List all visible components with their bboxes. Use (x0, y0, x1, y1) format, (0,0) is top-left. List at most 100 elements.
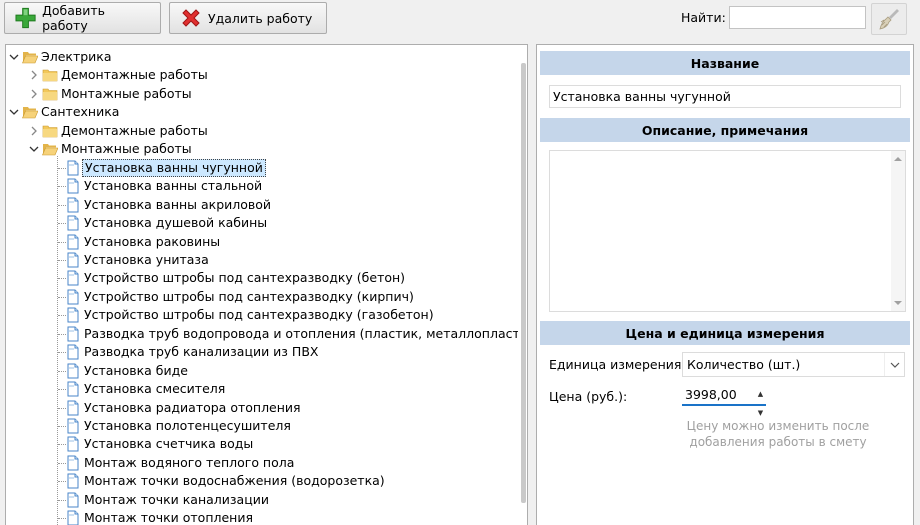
red-x-icon (182, 9, 200, 27)
broom-icon (879, 9, 899, 30)
tree-leaf[interactable]: Установка раковины (6, 233, 516, 251)
tree-group[interactable]: Электрика (6, 48, 516, 66)
tree-item-label: Установка радиатора отопления (84, 399, 301, 415)
tree-item-label: Демонтажные работы (61, 122, 208, 138)
document-icon (65, 215, 81, 231)
chevron-right-icon[interactable] (29, 66, 39, 84)
tree-connector-tick (58, 462, 66, 464)
tree-connector-tick (58, 204, 66, 206)
add-work-label: Добавить работу (42, 3, 106, 33)
scroll-down-icon[interactable] (891, 297, 905, 309)
tree-connector-tick (58, 278, 66, 280)
unit-select[interactable]: Количество (шт.) (682, 352, 905, 377)
document-icon (65, 455, 81, 471)
add-work-button[interactable]: Добавить работу (4, 2, 161, 34)
tree-leaf[interactable]: Устройство штробы под сантехразводку (ки… (6, 288, 516, 306)
tree-item-label: Установка унитаза (84, 251, 209, 267)
tree-item-label: Установка ванны чугунной (82, 158, 266, 177)
tree-connector-tick (58, 167, 66, 169)
document-icon (65, 344, 81, 360)
price-section-header: Цена и единица измерения (540, 321, 910, 345)
chevron-down-icon[interactable] (29, 140, 39, 158)
tree-item-label: Демонтажные работы (61, 67, 208, 83)
price-spinner[interactable]: ▲ ▼ (755, 385, 766, 417)
tree-leaf[interactable]: Установка счетчика воды (6, 435, 516, 453)
works-tree[interactable]: Электрика Демонтажные работы Монтажные раб… (5, 44, 528, 525)
tree-leaf[interactable]: Установка смесителя (6, 380, 516, 398)
document-icon (65, 400, 81, 416)
folder-icon (42, 67, 58, 83)
unit-value: Количество (шт.) (687, 357, 801, 372)
document-icon (65, 252, 81, 268)
tree-scrollbar[interactable] (518, 45, 527, 525)
tree-leaf[interactable]: Разводка труб канализации из ПВХ (6, 343, 516, 361)
delete-work-button[interactable]: Удалить работу (169, 2, 327, 34)
tree-item-label: Монтаж водяного теплого пола (84, 454, 295, 470)
tree-item-label: Устройство штробы под сантехразводку (бе… (84, 270, 406, 286)
tree-connector-tick (58, 296, 66, 298)
search-input[interactable] (729, 6, 866, 29)
tree-leaf[interactable]: Разводка труб водопровода и отопления (п… (6, 325, 527, 343)
chevron-down-icon[interactable] (9, 103, 19, 121)
document-icon (65, 436, 81, 452)
tree-subgroup[interactable]: Демонтажные работы (6, 122, 516, 140)
tree-leaf[interactable]: Установка душевой кабины (6, 214, 516, 232)
tree-subgroup[interactable]: Демонтажные работы (6, 66, 516, 84)
tree-leaf[interactable]: Монтаж точки отопления (6, 509, 516, 525)
tree-item-label: Установка счетчика воды (84, 436, 254, 452)
folder-open-icon (22, 104, 39, 120)
tree-item-label: Монтаж точки водоснабжения (водорозетка) (84, 473, 385, 489)
toolbar: Добавить работу Удалить работу Найти: (0, 0, 920, 38)
spin-up-icon[interactable]: ▲ (758, 385, 763, 404)
folder-icon (42, 86, 58, 102)
chevron-right-icon[interactable] (29, 85, 39, 103)
tree-group[interactable]: Сантехника (6, 103, 516, 121)
tree-connector-tick (58, 426, 66, 427)
tree-leaf[interactable]: Монтаж точки канализации (6, 491, 516, 509)
tree-leaf[interactable]: Установка унитаза (6, 251, 516, 269)
name-field[interactable]: Установка ванны чугунной (549, 85, 901, 108)
tree-item-label: Установка раковины (84, 233, 221, 249)
tree-connector-tick (58, 481, 66, 483)
tree-leaf[interactable]: Монтаж водяного теплого пола (6, 454, 516, 472)
tree-leaf[interactable]: Установка радиатора отопления (6, 399, 516, 417)
folder-icon (42, 123, 58, 139)
tree-item-label: Монтажные работы (61, 85, 192, 101)
tree-item-label: Установка душевой кабины (84, 215, 268, 231)
document-icon (65, 418, 81, 434)
chevron-down-icon[interactable] (884, 353, 904, 376)
tree-leaf[interactable]: Установка биде (6, 362, 516, 380)
chevron-right-icon[interactable] (29, 122, 39, 140)
tree-item-label: Устройство штробы под сантехразводку (ки… (84, 288, 414, 304)
tree-item-label: Монтаж точки канализации (84, 491, 269, 507)
document-icon (65, 178, 81, 194)
tree-leaf[interactable]: Устройство штробы под сантехразводку (га… (6, 306, 516, 324)
description-section-header: Описание, примечания (540, 118, 910, 142)
chevron-down-icon[interactable] (9, 48, 19, 66)
tree-scrollbar-thumb[interactable] (521, 63, 526, 503)
tree-leaf[interactable]: Монтаж точки водоснабжения (водорозетка) (6, 472, 516, 490)
tree-connector-tick (58, 259, 66, 261)
tree-subgroup[interactable]: Монтажные работы (6, 85, 516, 103)
description-scrollbar[interactable] (891, 151, 905, 311)
app-window: Добавить работу Удалить работу Найти: Эл… (0, 0, 920, 525)
price-value: 3998,00 (685, 387, 737, 402)
tree-leaf[interactable]: Установка полотенцесушителя (6, 417, 516, 435)
tree-item-label: Установка биде (84, 362, 188, 378)
tree-leaf[interactable]: Установка ванны акриловой (6, 196, 516, 214)
find-label: Найти: (681, 10, 726, 25)
tree-leaf[interactable]: Установка ванны чугунной (6, 158, 516, 177)
tree-leaf[interactable]: Устройство штробы под сантехразводку (бе… (6, 269, 516, 287)
tree-leaf[interactable]: Установка ванны стальной (6, 177, 516, 195)
clear-search-button[interactable] (871, 3, 907, 35)
price-field[interactable]: 3998,00 ▲ ▼ (682, 385, 766, 417)
scroll-up-icon[interactable] (891, 153, 905, 165)
unit-label: Единица измерения: (549, 357, 686, 372)
description-field[interactable] (549, 150, 906, 312)
tree-item-label: Сантехника (41, 104, 120, 120)
tree-item-label: Установка смесителя (84, 381, 226, 397)
name-section-header: Название (540, 51, 910, 75)
tree-item-label: Установка ванны стальной (84, 178, 263, 194)
tree-subgroup[interactable]: Монтажные работы (6, 140, 516, 158)
tree-connector-tick (58, 407, 66, 409)
